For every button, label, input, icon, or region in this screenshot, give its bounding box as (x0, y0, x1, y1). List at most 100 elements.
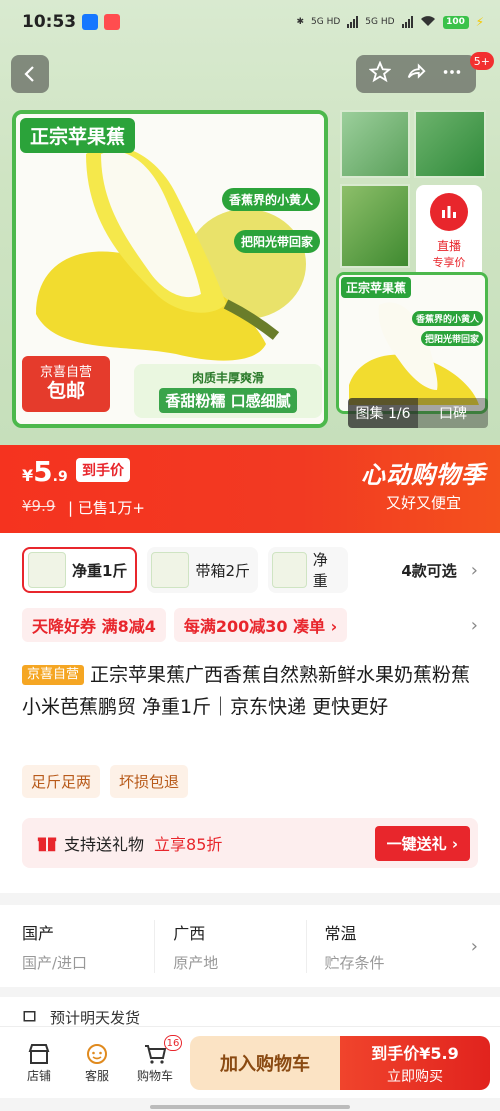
sold-count: | 已售1万+ (68, 499, 145, 517)
gallery-thumbnail[interactable] (340, 110, 410, 178)
self-badge-line1: 京喜自营 (39, 364, 92, 380)
service-label: 客服 (84, 1069, 109, 1083)
shipping-text: 预计明天发货 (50, 1008, 141, 1027)
spec-label: 带箱2斤 (195, 561, 250, 580)
attribute-key: 贮存条件 (324, 953, 385, 972)
status-bar: 10:53 ✱ 5G HD 5G HD 100 ⚡ (0, 0, 500, 44)
spec-option[interactable]: 净重 (267, 547, 348, 593)
gift-label: 支持送礼物 (64, 835, 145, 854)
chevron-right-icon: › (470, 614, 478, 636)
gift-banner[interactable]: 支持送礼物 立享85折 一键送礼 › (22, 818, 478, 868)
campaign-title: 心动购物季 (361, 461, 486, 489)
image-title: 正宗苹果蕉 (20, 118, 136, 153)
coupon-row[interactable]: 天降好券 满8减4 每满200减30 凑单 › › (22, 607, 478, 643)
add-to-cart-button[interactable]: 加入购物车 (190, 1035, 340, 1090)
spec-option[interactable]: 净重1斤 (22, 547, 138, 593)
live-stream-button[interactable]: 直播 专享价 (416, 185, 482, 281)
main-product-image[interactable]: 正宗苹果蕉 香蕉界的小黄人 把阳光带回家 京喜自营 包邮 肉质丰厚爽滑 香甜粉糯… (12, 110, 328, 428)
attributes-card[interactable]: 国产 国产/进口 广西 原产地 常温 贮存条件 › (0, 905, 500, 987)
send-gift-button[interactable]: 一键送礼 › (374, 825, 470, 861)
customer-service-icon (87, 1044, 107, 1064)
coupon-chip[interactable]: 每满200减30 凑单 › (173, 608, 348, 642)
share-button[interactable] (405, 61, 427, 87)
image-bubble: 香蕉界的小黄人 (221, 188, 320, 211)
attribute-origin: 广西 原产地 (155, 919, 307, 973)
price-banner: ¥ 5 .9 到手价 ¥9.9 | 已售1万+ 心动购物季 又好又便宜 (0, 445, 500, 533)
price-decimal: .9 (52, 469, 68, 485)
buy-now-button[interactable]: 到手价¥5.9 立即购买 (340, 1035, 490, 1090)
cart-button[interactable]: 购物车 16 (126, 1035, 184, 1084)
gallery-thumbnail[interactable] (340, 184, 410, 268)
message-badge: 5+ (469, 52, 494, 70)
original-price: ¥9.9 (22, 497, 56, 515)
more-button[interactable] (441, 61, 463, 87)
live-icon (430, 193, 468, 231)
self-operated-tag: 京喜自营 (22, 665, 85, 685)
store-label: 店铺 (26, 1069, 51, 1083)
spec-label: 净重 (312, 551, 328, 590)
signal-text-1: 5G HD (311, 17, 341, 27)
caption-line1: 肉质丰厚爽滑 (191, 371, 264, 385)
back-button[interactable] (11, 55, 49, 93)
attribute-value: 常温 (324, 923, 357, 943)
charging-icon: ⚡ (475, 15, 484, 29)
final-price-tag: 到手价 (76, 458, 130, 482)
more-dots-icon (443, 70, 461, 74)
price-currency: ¥ (22, 466, 34, 485)
store-icon (28, 1044, 50, 1064)
gallery-thumbnail[interactable]: 正宗苹果蕉 香蕉界的小黄人 把阳光带回家 (336, 272, 488, 414)
product-title: 京喜自营 正宗苹果蕉广西香蕉自然熟新鲜水果奶蕉粉蕉小米芭蕉鹏贸 净重1斤｜京东快递… (22, 659, 478, 723)
chevron-left-icon (24, 66, 34, 82)
self-operated-badge: 京喜自营 包邮 (22, 356, 110, 412)
self-badge-line2: 包邮 (46, 380, 85, 403)
store-button[interactable]: 店铺 (10, 1041, 68, 1084)
side-image-bubble: 把阳光带回家 (420, 331, 483, 346)
spec-selector: 净重1斤 带箱2斤 净重 4款可选 › (22, 547, 478, 593)
chevron-right-icon: › (470, 935, 478, 957)
battery-indicator: 100 (442, 15, 469, 29)
alipay-icon (82, 14, 99, 30)
favorite-button[interactable] (368, 60, 392, 87)
campaign-banner[interactable]: 心动购物季 又好又便宜 (361, 455, 486, 513)
star-icon (368, 60, 392, 83)
spec-count-label: 4款可选 (401, 561, 457, 580)
service-tags: 足斤足两 坏损包退 (22, 765, 189, 798)
status-indicators: ✱ 5G HD 5G HD 100 ⚡ (296, 15, 484, 30)
signal-bars-icon (401, 16, 413, 28)
side-image-title: 正宗苹果蕉 (341, 277, 412, 298)
attribute-key: 国产/进口 (22, 953, 88, 972)
live-price-label: 专享价 (432, 256, 466, 269)
spec-thumbnail (271, 552, 307, 588)
spec-option[interactable]: 带箱2斤 (147, 547, 258, 593)
home-indicator (150, 1105, 350, 1109)
spec-thumbnail (151, 552, 190, 588)
gift-icon (37, 837, 57, 852)
signal-bars-icon (347, 16, 359, 28)
more-specs-button[interactable]: 4款可选 › (401, 560, 478, 581)
gallery-tab[interactable]: 图集 1/6 (348, 398, 418, 428)
gallery-thumbnail[interactable] (414, 110, 486, 178)
side-image-bubble: 香蕉界的小黄人 (411, 311, 483, 326)
buy-now-label: 立即购买 (387, 1068, 443, 1085)
product-gallery[interactable]: 5+ 正宗苹果蕉 香蕉界的小黄人 把阳光带回家 京喜自营 包邮 肉质丰厚爽滑 香… (0, 0, 500, 445)
buy-price-label: 到手价¥5.9 (371, 1043, 459, 1063)
shipping-icon (23, 1011, 36, 1022)
bottom-action-bar: 店铺 客服 购物车 16 加入购物车 到手价¥5.9 立即购买 (0, 1026, 500, 1098)
service-button[interactable]: 客服 (68, 1041, 126, 1084)
reviews-tab[interactable]: 口碑 (418, 398, 488, 428)
product-info-card: 净重1斤 带箱2斤 净重 4款可选 › 天降好券 满8减4 每满200减30 凑… (0, 533, 500, 893)
top-actions (356, 55, 476, 93)
current-price: ¥ 5 .9 (22, 455, 68, 488)
service-tag: 足斤足两 (22, 765, 101, 798)
attribute-value: 国产 (22, 923, 55, 943)
campaign-subtitle: 又好又便宜 (385, 494, 461, 512)
spec-thumbnail (28, 552, 66, 588)
cart-label: 购物车 (136, 1069, 173, 1083)
share-icon (407, 63, 426, 79)
gift-discount: 立享85折 (154, 835, 223, 854)
app-notification-icon (104, 14, 121, 30)
gallery-switcher: 图集 1/6 口碑 (348, 398, 488, 428)
product-title-text: 正宗苹果蕉广西香蕉自然熟新鲜水果奶蕉粉蕉小米芭蕉鹏贸 净重1斤｜京东快递 更快更… (22, 664, 471, 718)
coupon-chip[interactable]: 天降好券 满8减4 (22, 608, 166, 642)
attribute-origin-type: 国产 国产/进口 (22, 919, 156, 973)
